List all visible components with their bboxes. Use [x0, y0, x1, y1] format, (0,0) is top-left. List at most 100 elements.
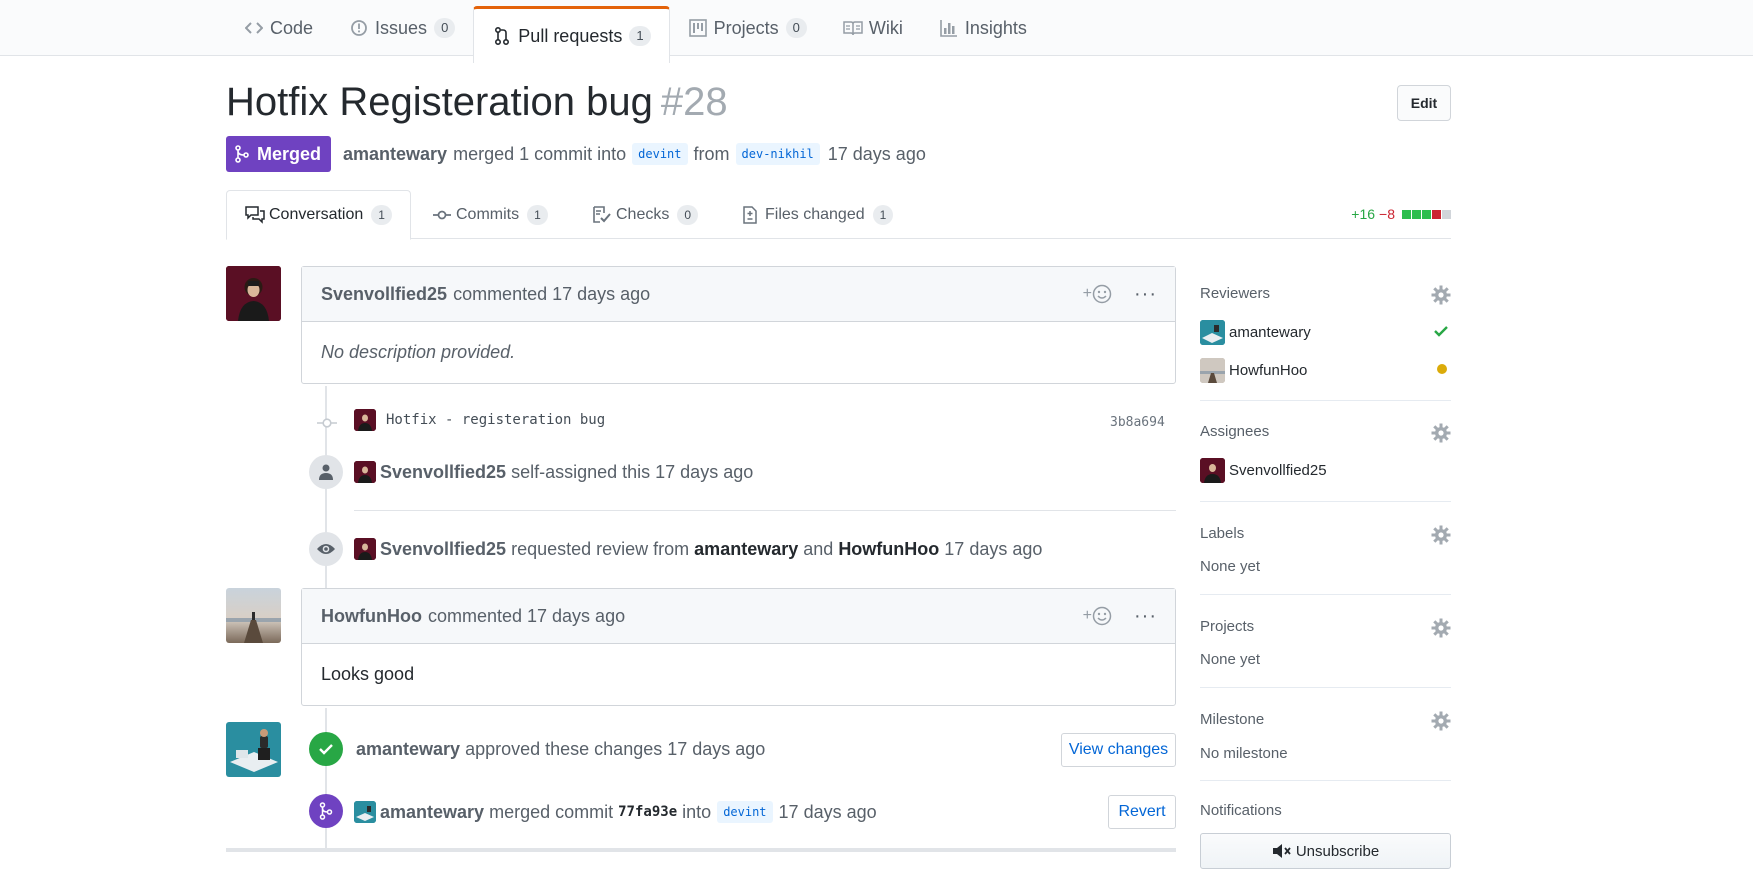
reviewer-item[interactable]: amantewary — [1200, 320, 1311, 345]
base-branch[interactable]: devint — [632, 143, 688, 165]
merge-target-branch[interactable]: devint — [717, 801, 773, 823]
event-actor-link[interactable]: Svenvollfied25 — [380, 462, 506, 483]
repo-tab-issues[interactable]: Issues 0 — [331, 0, 473, 56]
projects-counter: 0 — [785, 18, 807, 38]
tab-label: Files changed — [765, 205, 865, 223]
comment-action[interactable]: commented 17 days ago — [453, 284, 650, 305]
repo-tab-label: Issues — [375, 17, 428, 38]
tab-label: Commits — [456, 205, 520, 223]
repo-tab-label: Insights — [964, 17, 1027, 38]
event-actor-link[interactable]: amantewary — [380, 802, 484, 823]
repo-tab-code[interactable]: Code — [226, 0, 331, 56]
comment-author-link[interactable]: Svenvollfied25 — [321, 284, 447, 305]
eye-icon — [309, 532, 343, 566]
kebab-icon[interactable]: ··· — [1134, 606, 1157, 626]
avatar-howfunhoo[interactable] — [226, 588, 281, 643]
issues-counter: 0 — [434, 18, 456, 38]
notifications-heading: Notifications — [1200, 802, 1282, 819]
labels-heading[interactable]: Labels — [1200, 525, 1244, 542]
smiley-icon — [1092, 284, 1112, 304]
commit-message-link[interactable]: Hotfix - registeration bug — [386, 412, 605, 428]
file-diff-icon — [741, 205, 761, 224]
pr-tabs: Conversation 1 Commits 1 Checks 0 Files … — [226, 190, 1451, 240]
avatar-amantewary-mini[interactable] — [354, 801, 376, 823]
review-request-event: Svenvollfied25 requested review from ama… — [354, 538, 1042, 560]
pr-title: Hotfix Registeration bug #28 — [226, 80, 728, 125]
comment-2: HowfunHoo commented 17 days ago + ··· Lo… — [301, 588, 1176, 706]
from-text: from — [693, 143, 730, 164]
avatar-amantewary[interactable] — [226, 722, 281, 777]
milestone-section: Milestone No milestone — [1200, 688, 1451, 781]
tab-conversation[interactable]: Conversation 1 — [226, 190, 411, 240]
event-time: 17 days ago — [944, 538, 1043, 559]
tab-label: Conversation — [269, 206, 364, 223]
comment-action[interactable]: commented 17 days ago — [428, 606, 625, 627]
merge-text: merged 1 commit into — [453, 143, 627, 164]
head-branch[interactable]: dev-nikhil — [735, 143, 820, 165]
event-text: approved these changes 17 days ago — [465, 739, 766, 759]
git-merge-icon — [309, 794, 343, 828]
repo-tab-pull-requests[interactable]: Pull requests 1 — [473, 6, 670, 63]
comment-author-link[interactable]: HowfunHoo — [321, 606, 422, 627]
projects-value: None yet — [1200, 651, 1261, 668]
add-reaction-button[interactable]: + — [1083, 284, 1112, 304]
comment-header: Svenvollfied25 commented 17 days ago + ·… — [302, 267, 1175, 322]
merge-time: 17 days ago — [827, 143, 926, 164]
merged-state-badge: Merged — [226, 136, 332, 172]
gear-icon[interactable] — [1431, 618, 1451, 638]
avatar-svenvollfied25[interactable] — [226, 266, 281, 321]
smiley-icon — [1092, 606, 1112, 626]
milestone-heading[interactable]: Milestone — [1200, 711, 1264, 728]
event-actor-link[interactable]: amantewary — [356, 739, 460, 760]
gear-icon[interactable] — [1431, 711, 1451, 731]
book-icon — [843, 18, 863, 38]
check-icon — [309, 732, 343, 766]
git-merge-icon — [234, 145, 252, 163]
edit-button[interactable]: Edit — [1397, 85, 1451, 121]
pr-title-text: Hotfix Registeration bug — [226, 80, 653, 124]
avatar-svenvollfied25-mini[interactable] — [354, 461, 376, 483]
event-text: self-assigned this 17 days ago — [511, 461, 754, 482]
tab-files-changed[interactable]: Files changed 1 — [723, 190, 911, 239]
event-actor-link[interactable]: Svenvollfied25 — [380, 539, 506, 560]
reviewer-link[interactable]: HowfunHoo — [838, 539, 939, 560]
repo-tabs: Code Issues 0 Pull requests 1 Projects 0 — [226, 0, 1045, 63]
tab-checks[interactable]: Checks 0 — [574, 190, 716, 239]
assignee-item[interactable]: Svenvollfied25 — [1200, 458, 1327, 483]
merge-commit-sha-link[interactable]: 77fa93e — [618, 804, 677, 820]
gear-icon[interactable] — [1431, 423, 1451, 443]
revert-button[interactable]: Revert — [1108, 795, 1176, 829]
check-icon — [1433, 324, 1449, 343]
diffstat[interactable]: +16 −8 — [1351, 206, 1451, 222]
add-reaction-button[interactable]: + — [1083, 606, 1112, 626]
reviewers-section: Reviewers amantewary HowfunHoo — [1200, 262, 1451, 401]
reviewer-link[interactable]: amantewary — [694, 539, 798, 560]
avatar-svenvollfied25-mini[interactable] — [354, 538, 376, 560]
repo-tab-insights[interactable]: Insights — [921, 0, 1045, 56]
tab-label: Checks — [616, 205, 670, 223]
pull-request-icon — [492, 26, 512, 46]
reviewers-heading[interactable]: Reviewers — [1200, 285, 1270, 302]
avatar-svenvollfied25-mini[interactable] — [354, 409, 376, 431]
tab-commits[interactable]: Commits 1 — [414, 190, 566, 239]
reviewer-item[interactable]: HowfunHoo — [1200, 358, 1307, 383]
repo-tab-projects[interactable]: Projects 0 — [670, 0, 825, 56]
commit-sha-link[interactable]: 3b8a694 — [1110, 415, 1165, 430]
unsubscribe-button[interactable]: Unsubscribe — [1200, 833, 1451, 869]
reviewer-name: HowfunHoo — [1229, 362, 1308, 379]
event-text: and — [803, 538, 834, 559]
repo-tab-wiki[interactable]: Wiki — [825, 0, 921, 56]
gear-icon[interactable] — [1431, 285, 1451, 305]
pr-author-link[interactable]: amantewary — [343, 144, 447, 165]
comment-discussion-icon — [245, 206, 265, 224]
kebab-icon[interactable]: ··· — [1134, 284, 1157, 304]
assignees-heading[interactable]: Assignees — [1200, 423, 1269, 440]
gear-icon[interactable] — [1431, 525, 1451, 545]
diffstat-block — [1402, 209, 1411, 219]
event-text: into — [682, 801, 712, 822]
projects-heading[interactable]: Projects — [1200, 618, 1254, 635]
issue-icon — [349, 18, 369, 38]
graph-icon — [939, 18, 959, 38]
view-changes-button[interactable]: View changes — [1061, 733, 1176, 767]
merge-event: amantewary merged commit 77fa93e into de… — [354, 801, 877, 823]
